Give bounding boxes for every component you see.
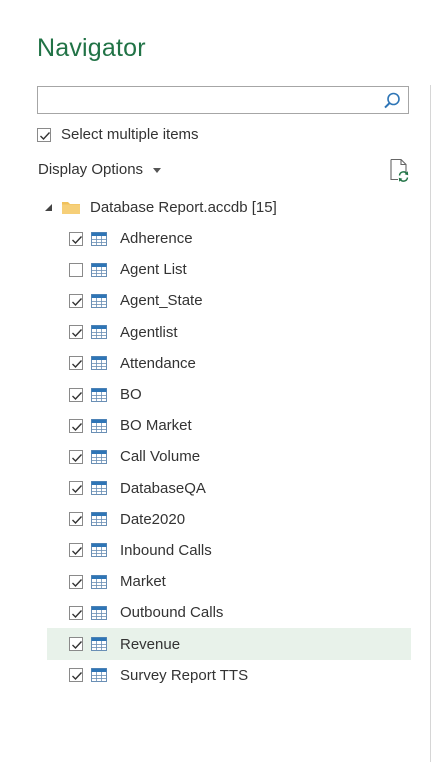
item-checkbox[interactable]: [69, 481, 83, 496]
list-item-label: Agentlist: [120, 323, 178, 341]
checkmark-icon: [72, 547, 83, 556]
table-icon: [91, 356, 107, 371]
folder-icon: [62, 202, 80, 214]
table-icon: [91, 481, 107, 496]
item-checkbox[interactable]: [69, 356, 83, 371]
checkmark-icon: [72, 453, 83, 462]
table-icon: [91, 574, 107, 589]
search-input[interactable]: [42, 90, 376, 112]
checkmark-icon: [72, 360, 83, 369]
checkmark-icon: [72, 297, 83, 306]
checkmark-icon: [72, 422, 83, 431]
list-item-label: Agent List: [120, 261, 187, 279]
list-item[interactable]: Market: [47, 566, 411, 597]
item-checkbox[interactable]: [69, 574, 83, 589]
table-icon: [91, 512, 107, 527]
list-item[interactable]: Date2020: [47, 504, 411, 535]
checkmark-icon: [40, 131, 51, 140]
list-item-label: BO Market: [120, 417, 192, 435]
checkmark-icon: [72, 329, 83, 338]
table-icon: [91, 293, 107, 308]
item-checkbox[interactable]: [69, 512, 83, 527]
search-icon[interactable]: [382, 91, 402, 111]
checkmark-icon: [72, 485, 83, 494]
checkmark-icon: [72, 609, 83, 618]
item-checkbox[interactable]: [69, 231, 83, 246]
list-item[interactable]: Agent_State: [47, 285, 411, 316]
list-item[interactable]: Revenue: [47, 628, 411, 660]
list-item-label: Outbound Calls: [120, 604, 224, 622]
display-options-dropdown[interactable]: Display Options: [38, 161, 162, 178]
list-item[interactable]: Inbound Calls: [47, 535, 411, 566]
list-item[interactable]: BO Market: [47, 410, 411, 441]
item-checkbox[interactable]: [69, 668, 83, 683]
list-item[interactable]: DatabaseQA: [47, 473, 411, 504]
refresh-preview-icon[interactable]: [388, 158, 410, 182]
list-item-label: Market: [120, 573, 166, 591]
checkmark-icon: [72, 672, 83, 681]
list-item[interactable]: Call Volume: [47, 441, 411, 472]
list-item-label: Agent_State: [120, 292, 203, 310]
list-item-label: BO: [120, 386, 142, 404]
item-checkbox[interactable]: [69, 387, 83, 402]
page-title: Navigator: [37, 34, 146, 62]
item-checkbox[interactable]: [69, 293, 83, 308]
select-multiple-checkbox[interactable]: [37, 127, 51, 142]
table-list: Adherence Agent List Agent_State Agentlist A…: [47, 223, 411, 691]
table-icon: [91, 325, 107, 340]
item-checkbox[interactable]: [69, 449, 83, 464]
checkmark-icon: [72, 641, 83, 650]
checkmark-icon: [72, 578, 83, 587]
table-icon: [91, 231, 107, 246]
item-checkbox[interactable]: [69, 325, 83, 340]
checkmark-icon: [72, 235, 83, 244]
list-item[interactable]: Agentlist: [47, 317, 411, 348]
list-item-label: Survey Report TTS: [120, 666, 249, 684]
table-icon: [91, 418, 107, 433]
list-item[interactable]: Agent List: [47, 254, 411, 285]
list-item-label: Call Volume: [120, 448, 201, 466]
panel-divider: [430, 85, 431, 762]
table-icon: [91, 605, 107, 620]
checkmark-icon: [72, 516, 83, 525]
list-item-label: Inbound Calls: [120, 541, 212, 559]
list-item[interactable]: Outbound Calls: [47, 597, 411, 628]
list-item-label: Adherence: [120, 230, 193, 248]
item-checkbox[interactable]: [69, 637, 83, 652]
list-item-label: Revenue: [120, 635, 181, 653]
item-checkbox[interactable]: [69, 418, 83, 433]
tree-root-label: Database Report.accdb [15]: [90, 198, 277, 216]
table-icon: [91, 668, 107, 683]
select-multiple-label: Select multiple items: [61, 126, 199, 143]
table-icon: [91, 637, 107, 652]
display-options-label: Display Options: [38, 161, 144, 178]
tree-root-database[interactable]: Database Report.accdb [15]: [44, 195, 277, 219]
checkmark-icon: [72, 391, 83, 400]
table-icon: [91, 449, 107, 464]
item-checkbox[interactable]: [69, 262, 83, 277]
table-icon: [91, 387, 107, 402]
list-item-label: Attendance: [120, 354, 196, 372]
list-item-label: Date2020: [120, 510, 186, 528]
search-box[interactable]: [37, 86, 409, 114]
list-item[interactable]: Adherence: [47, 223, 411, 254]
expanded-triangle-icon[interactable]: [44, 202, 54, 212]
caret-down-icon: [153, 167, 162, 173]
table-icon: [91, 543, 107, 558]
list-item[interactable]: BO: [47, 379, 411, 410]
select-multiple-items[interactable]: Select multiple items: [37, 126, 199, 143]
table-icon: [91, 262, 107, 277]
item-checkbox[interactable]: [69, 543, 83, 558]
list-item[interactable]: Attendance: [47, 348, 411, 379]
list-item-label: DatabaseQA: [120, 479, 206, 497]
list-item[interactable]: Survey Report TTS: [47, 660, 411, 691]
item-checkbox[interactable]: [69, 605, 83, 620]
